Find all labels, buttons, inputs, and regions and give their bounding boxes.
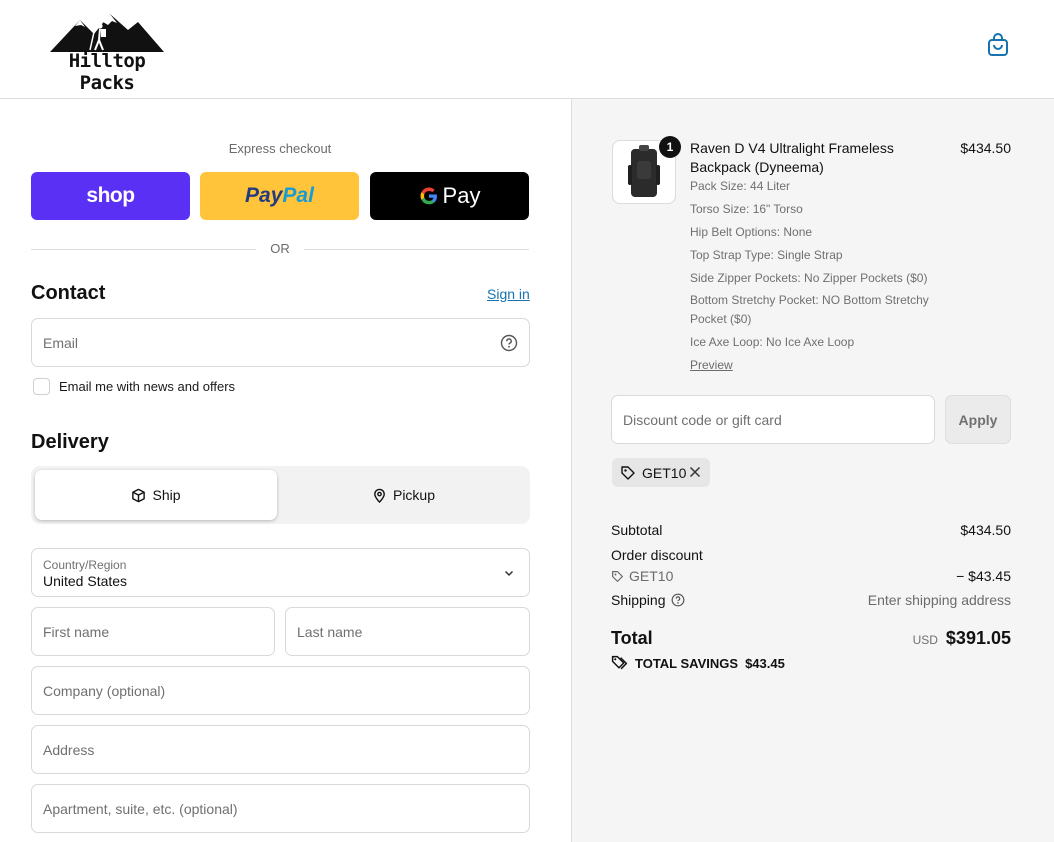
sign-in-link[interactable]: Sign in <box>487 286 530 302</box>
discount-placeholder: Discount code or gift card <box>623 411 782 428</box>
google-pay-label: Pay <box>442 183 481 208</box>
shopping-bag-icon <box>988 33 1008 56</box>
apply-discount-button[interactable]: Apply <box>945 395 1011 444</box>
order-discount-code: GET10 <box>629 568 674 584</box>
paypal-button[interactable]: Pay Pal <box>200 172 359 220</box>
total-value: $391.05 <box>945 628 1011 648</box>
product-option: Side Zipper Pockets: No Zipper Pockets (… <box>690 271 928 285</box>
country-select[interactable]: Country/Region United States <box>31 548 530 597</box>
help-circle-icon[interactable] <box>671 593 685 607</box>
cart-button[interactable] <box>984 30 1012 58</box>
shipping-row: Shipping <box>611 592 685 608</box>
last-name-placeholder: Last name <box>297 623 363 640</box>
applied-discount-code: GET10 <box>642 464 687 481</box>
or-label: OR <box>270 241 290 256</box>
order-discount-label: Order discount <box>611 547 703 563</box>
product-option: Pack Size: 44 Liter <box>690 179 791 193</box>
shop-pay-button[interactable]: shop <box>31 172 190 220</box>
product-price: $434.50 <box>960 140 1011 156</box>
subtotal-value: $434.50 <box>960 522 1011 538</box>
address-field[interactable]: Address <box>31 725 530 774</box>
paypal-label-pay: Pay <box>245 184 283 207</box>
tag-icon <box>621 465 635 480</box>
email-field[interactable]: Email <box>31 318 530 367</box>
email-placeholder: Email <box>43 334 79 351</box>
total-savings-value: $43.45 <box>745 656 785 671</box>
product-option: Bottom Stretchy Pocket: NO Bottom Stretc… <box>690 293 929 326</box>
site-header: Hilltop Packs <box>0 0 1054 99</box>
location-pin-icon <box>374 488 385 503</box>
ship-option[interactable]: Ship <box>35 470 277 520</box>
tag-icon <box>612 570 623 582</box>
company-placeholder: Company (optional) <box>43 682 166 699</box>
google-g-icon <box>420 187 437 205</box>
brand-name: Hilltop Packs <box>68 50 146 94</box>
first-name-placeholder: First name <box>43 623 110 640</box>
or-divider: OR <box>31 240 529 258</box>
shipping-label: Shipping <box>611 592 666 608</box>
applied-discount-chip: GET10 <box>612 458 710 487</box>
order-discount-value: − $43.45 <box>956 568 1011 584</box>
box-icon <box>132 488 146 502</box>
paypal-label-pal: Pal <box>282 184 314 207</box>
product-option: Ice Axe Loop: No Ice Axe Loop <box>690 335 855 349</box>
quantity-badge: 1 <box>659 136 681 158</box>
address-placeholder: Address <box>43 741 95 758</box>
express-checkout-label: Express checkout <box>228 141 332 156</box>
news-offers-label: Email me with news and offers <box>59 379 236 394</box>
product-option: Torso Size: 16" Torso <box>690 202 803 216</box>
ship-label: Ship <box>152 487 181 503</box>
order-discount-code-row: GET10 <box>611 568 673 584</box>
apartment-field[interactable]: Apartment, suite, etc. (optional) <box>31 784 530 833</box>
preview-link[interactable]: Preview <box>690 358 733 372</box>
country-label: Country/Region <box>43 558 127 572</box>
mountain-logo-icon <box>50 14 164 52</box>
google-pay-button[interactable]: Pay <box>370 172 529 220</box>
total-savings-row: TOTAL SAVINGS $43.45 <box>611 655 785 672</box>
last-name-field[interactable]: Last name <box>285 607 530 656</box>
shipping-value: Enter shipping address <box>867 592 1011 608</box>
total-amount-row: USD $391.05 <box>913 628 1011 649</box>
apartment-placeholder: Apartment, suite, etc. (optional) <box>43 800 238 817</box>
first-name-field[interactable]: First name <box>31 607 275 656</box>
close-icon[interactable] <box>688 465 702 479</box>
total-label: Total <box>611 628 653 648</box>
brand-logo[interactable]: Hilltop Packs <box>36 12 178 94</box>
shop-pay-label: shop <box>86 184 135 207</box>
product-option: Hip Belt Options: None <box>690 225 813 239</box>
company-field[interactable]: Company (optional) <box>31 666 530 715</box>
total-savings-label: TOTAL SAVINGS <box>635 656 739 671</box>
news-offers-checkbox[interactable] <box>33 378 50 395</box>
product-title: Raven D V4 Ultralight Frameless Backpack… <box>690 140 894 175</box>
tags-icon <box>611 655 628 670</box>
pickup-label: Pickup <box>392 487 436 503</box>
chevron-down-icon <box>504 570 514 577</box>
discount-code-input[interactable]: Discount code or gift card <box>611 395 935 444</box>
delivery-heading: Delivery <box>31 431 109 453</box>
subtotal-label: Subtotal <box>611 522 663 538</box>
delivery-method-toggle: Ship Pickup <box>31 466 530 524</box>
product-option: Top Strap Type: Single Strap <box>690 248 843 262</box>
contact-heading: Contact <box>31 282 106 304</box>
currency-code: USD <box>912 633 938 647</box>
pickup-option[interactable]: Pickup <box>281 470 526 520</box>
help-circle-icon[interactable] <box>500 334 518 352</box>
country-value: United States <box>43 573 128 589</box>
